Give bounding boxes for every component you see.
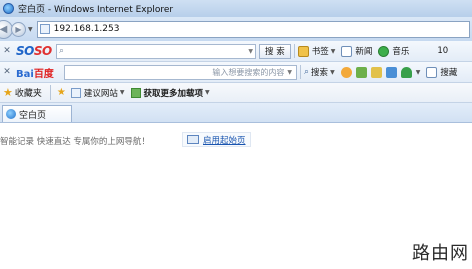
- history-dropdown-icon[interactable]: ▼: [28, 26, 33, 33]
- page-content: 智能记录 快速直达 专属你的上网导航！ 启用起始页 路由网: [0, 124, 472, 269]
- chevron-down-icon: ▼: [330, 47, 336, 55]
- close-toolbar-icon[interactable]: ✕: [1, 67, 13, 77]
- ie-logo-icon: [3, 3, 14, 14]
- favorites-star-icon: ★: [3, 86, 13, 99]
- search-icon: ⌕: [304, 67, 310, 77]
- addon-icon: [130, 87, 141, 98]
- baidu-search-input[interactable]: 输入想要搜索的内容 ▼: [64, 64, 297, 80]
- divider: [293, 44, 295, 58]
- add-favorite-icon[interactable]: ★: [57, 87, 66, 98]
- music-icon: [378, 45, 390, 57]
- chevron-down-icon[interactable]: ▼: [287, 69, 292, 76]
- forward-button[interactable]: ▶: [11, 21, 26, 37]
- shield-icon[interactable]: [400, 66, 412, 78]
- tab-blank-page[interactable]: 空白页: [2, 105, 72, 122]
- toolbar-item-counter[interactable]: 10: [437, 46, 448, 56]
- bookmark-icon: [297, 45, 309, 57]
- chevron-down-icon: ▼: [119, 89, 125, 96]
- soso-search-button[interactable]: 搜 索: [259, 43, 291, 59]
- favorites-bar: ★ 收藏夹 ★ 建议网站 ▼ 获取更多加载项 ▼: [0, 83, 472, 103]
- start-page-tagline: 智能记录 快速直达 专属你的上网导航！: [0, 137, 150, 147]
- baidu-logo[interactable]: Bai百度: [16, 65, 64, 80]
- divider: [49, 85, 51, 100]
- ie-tab-icon: [6, 109, 16, 119]
- search-icon: ⌕: [59, 46, 65, 56]
- soso-logo[interactable]: SOSO: [16, 44, 56, 58]
- screen-icon[interactable]: [385, 66, 397, 78]
- chevron-down-icon[interactable]: ▼: [416, 69, 421, 76]
- chevron-down-icon: ▼: [205, 89, 210, 96]
- baidu-search-button[interactable]: ⌕ 搜索 ▼: [304, 66, 335, 78]
- toolbar-item-music[interactable]: 音乐: [378, 45, 409, 57]
- favorites-link-suggested-sites[interactable]: 建议网站 ▼: [70, 87, 125, 99]
- toolbar-item-news[interactable]: 新闻: [341, 45, 372, 57]
- tab-bar: 空白页: [0, 103, 472, 123]
- window-title: 空白页 - Windows Internet Explorer: [18, 5, 174, 15]
- page-icon: [70, 87, 81, 98]
- close-toolbar-icon[interactable]: ✕: [1, 46, 13, 56]
- address-url: 192.168.1.253: [53, 24, 120, 34]
- soso-search-input[interactable]: ⌕ ▼: [56, 43, 256, 59]
- address-row: ◀ ▶ ▼ 192.168.1.253: [0, 17, 472, 41]
- toolbar-item-collect[interactable]: 搜藏: [426, 66, 457, 78]
- paw-icon[interactable]: [340, 66, 352, 78]
- soso-toolbar: ✕ SOSO ⌕ ▼ 搜 索 书签 ▼ 新闻 音乐 10: [0, 41, 472, 62]
- favorites-link-get-addons[interactable]: 获取更多加载项 ▼: [130, 87, 210, 99]
- divider: [300, 65, 301, 79]
- note-icon[interactable]: [370, 66, 382, 78]
- start-page-icon: [187, 135, 199, 144]
- address-input[interactable]: 192.168.1.253: [36, 20, 470, 38]
- baidu-toolbar: ✕ Bai百度 输入想要搜索的内容 ▼ ⌕ 搜索 ▼ ▼ 搜藏: [0, 62, 472, 83]
- chevron-down-icon: ▼: [330, 68, 335, 76]
- image-icon[interactable]: [355, 66, 367, 78]
- collect-icon: [426, 66, 438, 78]
- favorites-button[interactable]: 收藏夹: [15, 86, 42, 99]
- toolbar-item-bookmarks[interactable]: 书签 ▼: [297, 45, 336, 57]
- enable-start-page-link[interactable]: 启用起始页: [182, 132, 251, 147]
- title-bar: 空白页 - Windows Internet Explorer: [0, 0, 472, 17]
- page-icon: [39, 24, 50, 34]
- news-icon: [341, 45, 353, 57]
- watermark-logo: 路由网: [412, 243, 469, 264]
- chevron-down-icon[interactable]: ▼: [248, 48, 253, 55]
